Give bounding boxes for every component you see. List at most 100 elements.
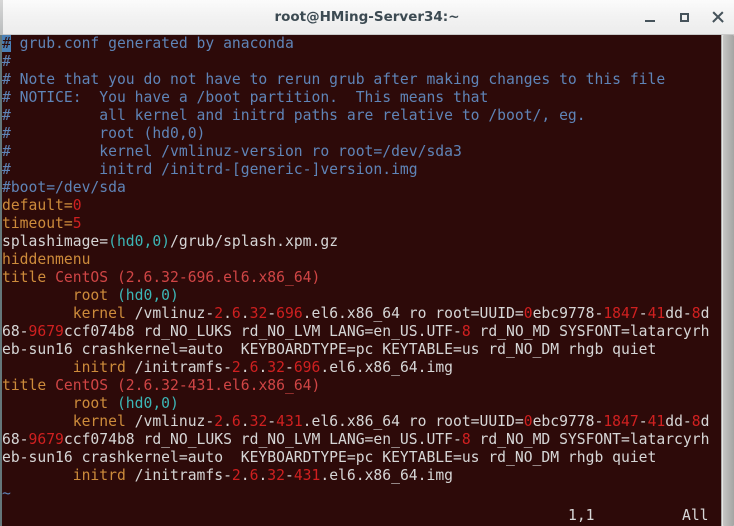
minimize-icon[interactable] xyxy=(642,9,658,25)
vim-text-span: kernel xyxy=(2,413,135,430)
vim-line: title CentOS (2.6.32-431.el6.x86_64) xyxy=(2,377,721,395)
vim-line: 68-9679ccf074b8 rd_NO_LUKS rd_NO_LVM LAN… xyxy=(2,323,721,341)
terminal-window: root@HMing-Server34:~ # grub.conf genera… xyxy=(0,0,734,526)
vim-text-span: grub.conf generated by anaconda xyxy=(10,35,294,52)
vim-text-span: 5 xyxy=(72,215,82,232)
vim-text-span: - xyxy=(284,359,294,376)
status-scroll-indicator: All xyxy=(682,507,709,524)
terminal-body[interactable]: # grub.conf generated by anaconda # # Note… xyxy=(0,35,734,526)
vim-text-span: 6 xyxy=(231,305,241,322)
vim-text-span: CentOS (2.6.32-696.el6.x86_64) xyxy=(55,269,321,286)
vim-text-span: - xyxy=(284,467,294,484)
vim-text-span: /initramfs- xyxy=(134,467,232,484)
vim-text-span: # NOTICE: You have a /boot partition. Th… xyxy=(2,89,489,106)
vim-line: default=0 xyxy=(2,197,721,215)
vim-text-span: . xyxy=(240,305,250,322)
vim-text-span: 0 xyxy=(523,305,533,322)
vim-text-span: - xyxy=(267,413,277,430)
vim-text-span: d xyxy=(700,413,710,430)
vim-line: hiddenmenu xyxy=(2,251,721,269)
vim-text-span: - xyxy=(267,305,277,322)
vim-text-span: dd- xyxy=(665,305,692,322)
vim-text-span: rd_NO_MD SYSFONT=latarcyrh xyxy=(470,323,710,340)
vim-text-span: 696 xyxy=(276,305,303,322)
vim-text-span: 6 xyxy=(231,413,241,430)
vim-text-span: 32 xyxy=(249,413,268,430)
vim-line: initrd /initramfs-2.6.32-431.el6.x86_64.… xyxy=(2,467,721,485)
window-title: root@HMing-Server34:~ xyxy=(274,9,460,25)
vim-text-span: 9679 xyxy=(28,323,64,340)
vim-text-span: timeout= xyxy=(2,215,73,232)
vim-text-span: 41 xyxy=(647,305,666,322)
vim-line: splashimage=(hd0,0)/grub/splash.xpm.gz xyxy=(2,233,721,251)
vim-line: root (hd0,0) xyxy=(2,395,721,413)
vim-text-span: 8 xyxy=(461,323,471,340)
vim-text-span: eb-sun16 crashkernel=auto KEYBOARDTYPE=p… xyxy=(2,341,657,358)
vim-text-span: 696 xyxy=(293,359,321,376)
vim-text-span: . xyxy=(258,359,268,376)
vim-text-span: - xyxy=(638,413,648,430)
vim-text-span: .el6.x86_64 ro root=UUID= xyxy=(302,305,524,322)
vim-text-span: # all kernel and initrd paths are relati… xyxy=(2,107,586,124)
vim-text-span: ~ xyxy=(2,485,11,502)
vim-text-span: default= xyxy=(2,197,73,214)
vim-text-span: . xyxy=(240,413,250,430)
vim-text-span: # initrd /initrd-[generic-]version.img xyxy=(2,161,418,178)
vim-text-span: title xyxy=(2,269,56,286)
window-titlebar[interactable]: root@HMing-Server34:~ xyxy=(0,0,734,35)
vim-text-span: . xyxy=(240,359,250,376)
vim-line: # root (hd0,0) xyxy=(2,125,721,143)
vim-text-span: . xyxy=(223,305,232,322)
vim-text-span: . xyxy=(223,413,232,430)
vim-text-span: d xyxy=(700,305,710,322)
vim-line: # all kernel and initrd paths are relati… xyxy=(2,107,721,125)
vim-text-span: root xyxy=(2,287,117,304)
vim-text-span: #boot=/dev/sda xyxy=(2,179,126,196)
window-controls xyxy=(642,0,726,34)
close-icon[interactable] xyxy=(710,9,726,25)
vim-text-span: # Note that you do not have to rerun gru… xyxy=(2,71,666,88)
vim-text-span: 0 xyxy=(523,413,533,430)
vim-text-span: title xyxy=(2,377,56,394)
vim-text-span: 2 xyxy=(231,359,241,376)
vim-text-span: - xyxy=(638,305,648,322)
vim-line: # NOTICE: You have a /boot partition. Th… xyxy=(2,89,721,107)
vim-text-span: 32 xyxy=(267,359,285,376)
vim-line: 68-9679ccf074b8 rd_NO_LUKS rd_NO_LVM LAN… xyxy=(2,431,721,449)
vim-text-span: 68- xyxy=(2,431,29,448)
vim-text-area[interactable]: # grub.conf generated by anaconda # # Note… xyxy=(2,35,721,526)
vim-line: eb-sun16 crashkernel=auto KEYBOARDTYPE=p… xyxy=(2,449,721,467)
vim-text-span: initrd xyxy=(2,359,135,376)
vim-text-span: /vmlinuz- xyxy=(134,413,215,430)
vim-text-span: /grub/splash.xpm.gz xyxy=(170,233,339,250)
vim-text-span: 2 xyxy=(231,467,241,484)
maximize-icon[interactable] xyxy=(676,9,692,25)
scrollbar-thumb[interactable] xyxy=(723,35,734,526)
vim-text-span: /initramfs- xyxy=(134,359,232,376)
vim-text-span: ccf074b8 rd_NO_LUKS rd_NO_LVM LANG=en_US… xyxy=(63,431,462,448)
vim-text-span: ebc9778- xyxy=(532,413,604,430)
vim-text-span: # kernel /vmlinuz-version ro root=/dev/s… xyxy=(2,143,462,160)
vim-text-span: . xyxy=(240,467,250,484)
vim-line: # grub.conf generated by anaconda xyxy=(2,35,721,53)
vim-text-span: # root (hd0,0) xyxy=(2,125,206,142)
terminal-scrollbar[interactable] xyxy=(721,35,734,526)
vim-line: kernel /vmlinuz-2.6.32-696.el6.x86_64 ro… xyxy=(2,305,721,323)
vim-text-span: .el6.x86_64.img xyxy=(320,467,453,484)
vim-text-span: 68- xyxy=(2,323,29,340)
vim-text-span: 0 xyxy=(72,197,82,214)
vim-text-span: rd_NO_MD SYSFONT=latarcyrh xyxy=(470,431,710,448)
vim-line: #boot=/dev/sda xyxy=(2,179,721,197)
vim-text-span: 1847 xyxy=(603,305,639,322)
vim-line: # kernel /vmlinuz-version ro root=/dev/s… xyxy=(2,143,721,161)
vim-text-span: (hd0,0) xyxy=(116,395,179,412)
vim-text-span: .el6.x86_64.img xyxy=(320,359,453,376)
vim-text-span: 1847 xyxy=(603,413,639,430)
vim-line: initrd /initramfs-2.6.32-696.el6.x86_64.… xyxy=(2,359,721,377)
vim-text-span: 431 xyxy=(293,467,321,484)
vim-line: root (hd0,0) xyxy=(2,287,721,305)
vim-text-span: 8 xyxy=(691,413,701,430)
vim-line: # Note that you do not have to rerun gru… xyxy=(2,71,721,89)
vim-text-span: CentOS (2.6.32-431.el6.x86_64) xyxy=(55,377,321,394)
vim-line: ~ xyxy=(2,485,721,503)
